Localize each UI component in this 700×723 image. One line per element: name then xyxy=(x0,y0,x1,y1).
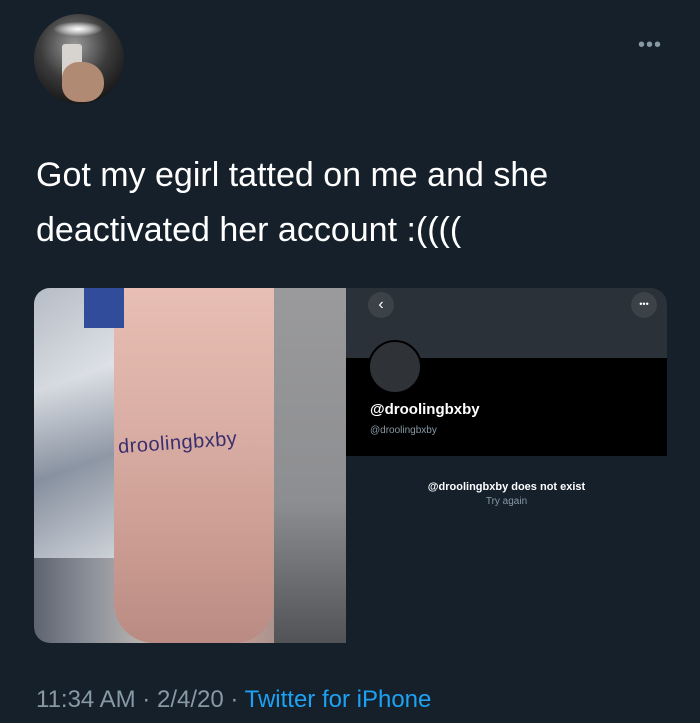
photo-arm xyxy=(114,288,274,643)
back-icon: ‹ xyxy=(368,292,394,318)
photo-blue-object xyxy=(84,288,124,328)
tweet-meta: 11:34 AM · 2/4/20 · Twitter for iPhone xyxy=(36,686,431,714)
try-again-hint: Try again xyxy=(485,496,528,507)
author-avatar[interactable] xyxy=(34,14,124,104)
tweet-source-link[interactable]: Twitter for iPhone xyxy=(245,686,432,713)
profile-username: @droolingbxby xyxy=(370,425,437,436)
tweet-media[interactable]: droolingbxby ‹ ••• @droolingbxby @drooli… xyxy=(34,288,667,643)
tattoo-photo[interactable]: droolingbxby xyxy=(34,288,346,643)
avatar-camera-flash xyxy=(54,22,102,36)
profile-avatar xyxy=(368,340,422,394)
profile-screenshot[interactable]: ‹ ••• @droolingbxby @droolingbxby @drool… xyxy=(346,288,667,643)
meta-separator: · xyxy=(230,686,239,713)
account-not-exist-message: @droolingbxby does not exist xyxy=(427,481,586,493)
photo-bedsheet xyxy=(274,288,346,643)
tweet-text: Got my egirl tatted on me and she deacti… xyxy=(36,156,549,249)
meta-separator: · xyxy=(142,686,151,713)
tweet-date: 2/4/20 xyxy=(156,686,224,713)
more-options-icon[interactable]: ••• xyxy=(638,34,662,57)
tweet-time: 11:34 AM xyxy=(36,686,136,713)
profile-handle: @droolingbxby xyxy=(370,401,480,418)
avatar-hand xyxy=(62,62,104,102)
photo-plastic-wrap xyxy=(34,288,114,558)
more-horizontal-icon: ••• xyxy=(631,292,657,318)
